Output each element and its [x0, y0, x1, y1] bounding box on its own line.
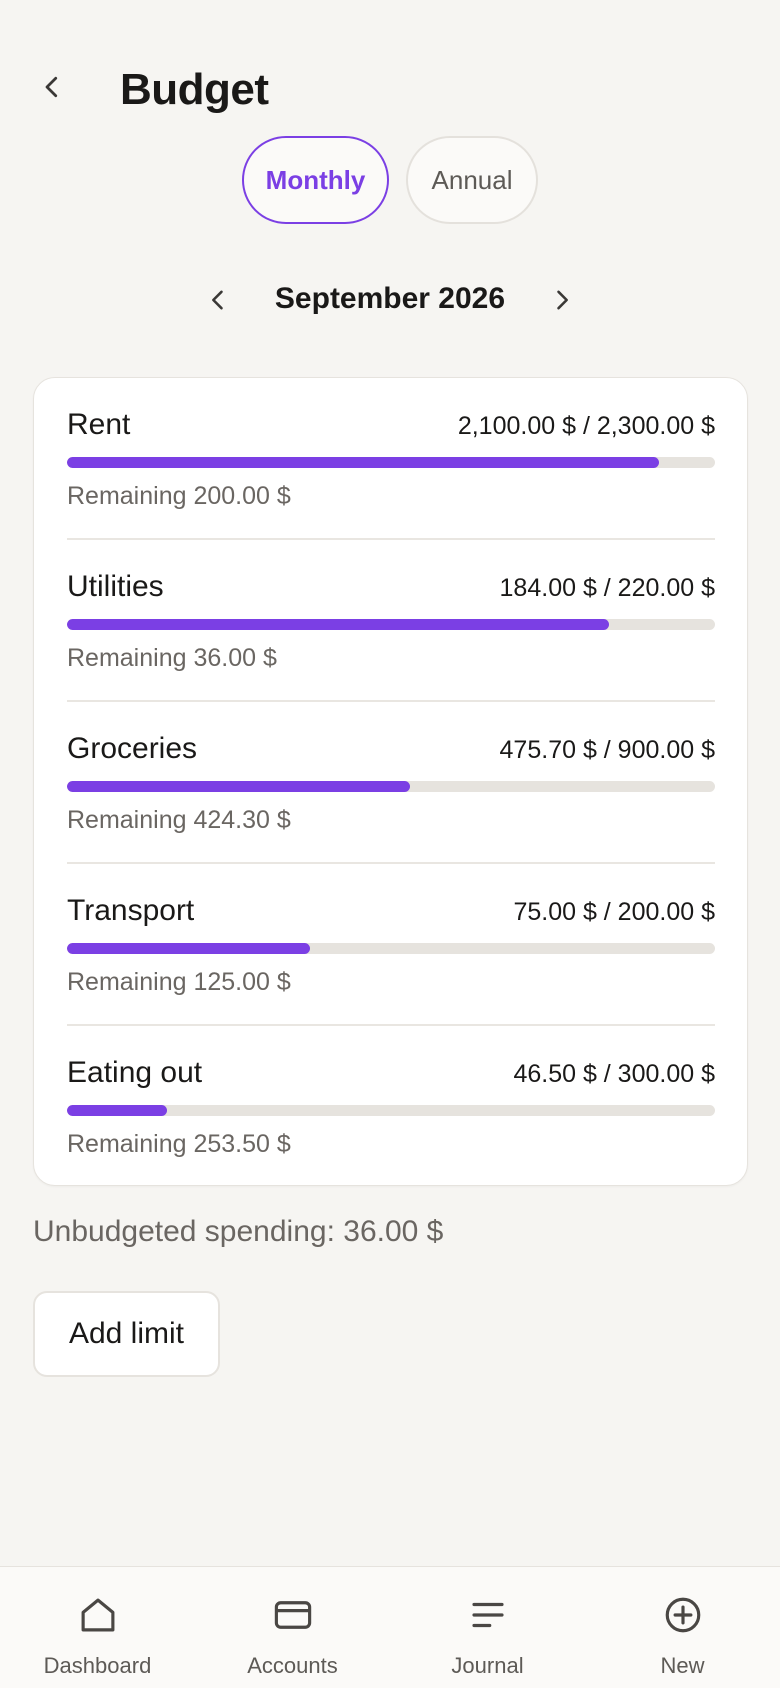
progress-fill: [67, 781, 410, 792]
page-title: Budget: [120, 65, 269, 114]
budget-name: Transport: [67, 894, 195, 927]
budget-amount: 75.00 $ / 200.00 $: [513, 898, 715, 926]
progress-fill: [67, 457, 659, 468]
budget-remaining: Remaining 200.00 $: [67, 482, 291, 510]
budget-item-utilities[interactable]: Utilities 184.00 $ / 220.00 $ Remaining …: [67, 540, 715, 702]
budget-remaining: Remaining 36.00 $: [67, 644, 277, 672]
progress-bar: [67, 781, 715, 792]
nav-label: Accounts: [247, 1653, 338, 1678]
period-label: September 2026: [274, 282, 506, 315]
home-icon: [76, 1593, 120, 1637]
progress-fill: [67, 619, 609, 630]
period-navigator: September 2026: [0, 270, 780, 330]
budget-remaining: Remaining 424.30 $: [67, 806, 291, 834]
budget-name: Groceries: [67, 732, 198, 765]
toggle-monthly[interactable]: Monthly: [242, 136, 389, 224]
chevron-right-icon: [557, 290, 568, 310]
nav-item-journal[interactable]: Journal: [390, 1567, 585, 1688]
budget-item-eating-out[interactable]: Eating out 46.50 $ / 300.00 $ Remaining …: [67, 1026, 715, 1188]
nav-label: Dashboard: [43, 1653, 152, 1678]
budget-name: Rent: [67, 408, 131, 441]
budget-amount: 184.00 $ / 220.00 $: [499, 574, 715, 602]
plus-circle-icon: [661, 1593, 705, 1637]
budget-item-groceries[interactable]: Groceries 475.70 $ / 900.00 $ Remaining …: [67, 702, 715, 864]
progress-fill: [67, 943, 310, 954]
header: Budget: [0, 55, 780, 125]
card-icon: [271, 1593, 315, 1637]
budget-item-rent[interactable]: Rent 2,100.00 $ / 2,300.00 $ Remaining 2…: [67, 378, 715, 540]
budget-remaining: Remaining 125.00 $: [67, 968, 291, 996]
next-period-button[interactable]: [540, 278, 584, 322]
progress-fill: [67, 1105, 168, 1116]
nav-item-accounts[interactable]: Accounts: [195, 1567, 390, 1688]
budget-name: Eating out: [67, 1056, 203, 1089]
progress-bar: [67, 1105, 715, 1116]
chevron-left-icon: [45, 76, 58, 98]
budget-item-transport[interactable]: Transport 75.00 $ / 200.00 $ Remaining 1…: [67, 864, 715, 1026]
progress-bar: [67, 619, 715, 630]
nav-label: Journal: [451, 1653, 524, 1678]
budget-amount: 2,100.00 $ / 2,300.00 $: [457, 412, 715, 440]
list-icon: [466, 1593, 510, 1637]
budget-list-card: Rent 2,100.00 $ / 2,300.00 $ Remaining 2…: [33, 377, 748, 1186]
budget-screen: Budget Monthly Annual September 2026 Ren…: [0, 0, 780, 1688]
budget-name: Utilities: [67, 570, 164, 603]
progress-bar: [67, 457, 715, 468]
back-button[interactable]: [30, 65, 74, 109]
previous-period-button[interactable]: [196, 278, 240, 322]
budget-amount: 475.70 $ / 900.00 $: [499, 736, 715, 764]
nav-item-dashboard[interactable]: Dashboard: [0, 1567, 195, 1688]
unbudgeted-spending: Unbudgeted spending: 36.00 $: [33, 1215, 444, 1248]
budget-amount: 46.50 $ / 300.00 $: [513, 1060, 715, 1088]
add-limit-button[interactable]: Add limit: [33, 1291, 220, 1377]
chevron-left-icon: [212, 290, 223, 310]
period-type-toggle: Monthly Annual: [0, 136, 780, 224]
nav-label: New: [660, 1653, 705, 1678]
progress-bar: [67, 943, 715, 954]
toggle-annual[interactable]: Annual: [406, 136, 538, 224]
nav-item-new[interactable]: New: [585, 1567, 780, 1688]
bottom-nav: Dashboard Accounts Journal New: [0, 1566, 780, 1688]
budget-remaining: Remaining 253.50 $: [67, 1130, 291, 1158]
